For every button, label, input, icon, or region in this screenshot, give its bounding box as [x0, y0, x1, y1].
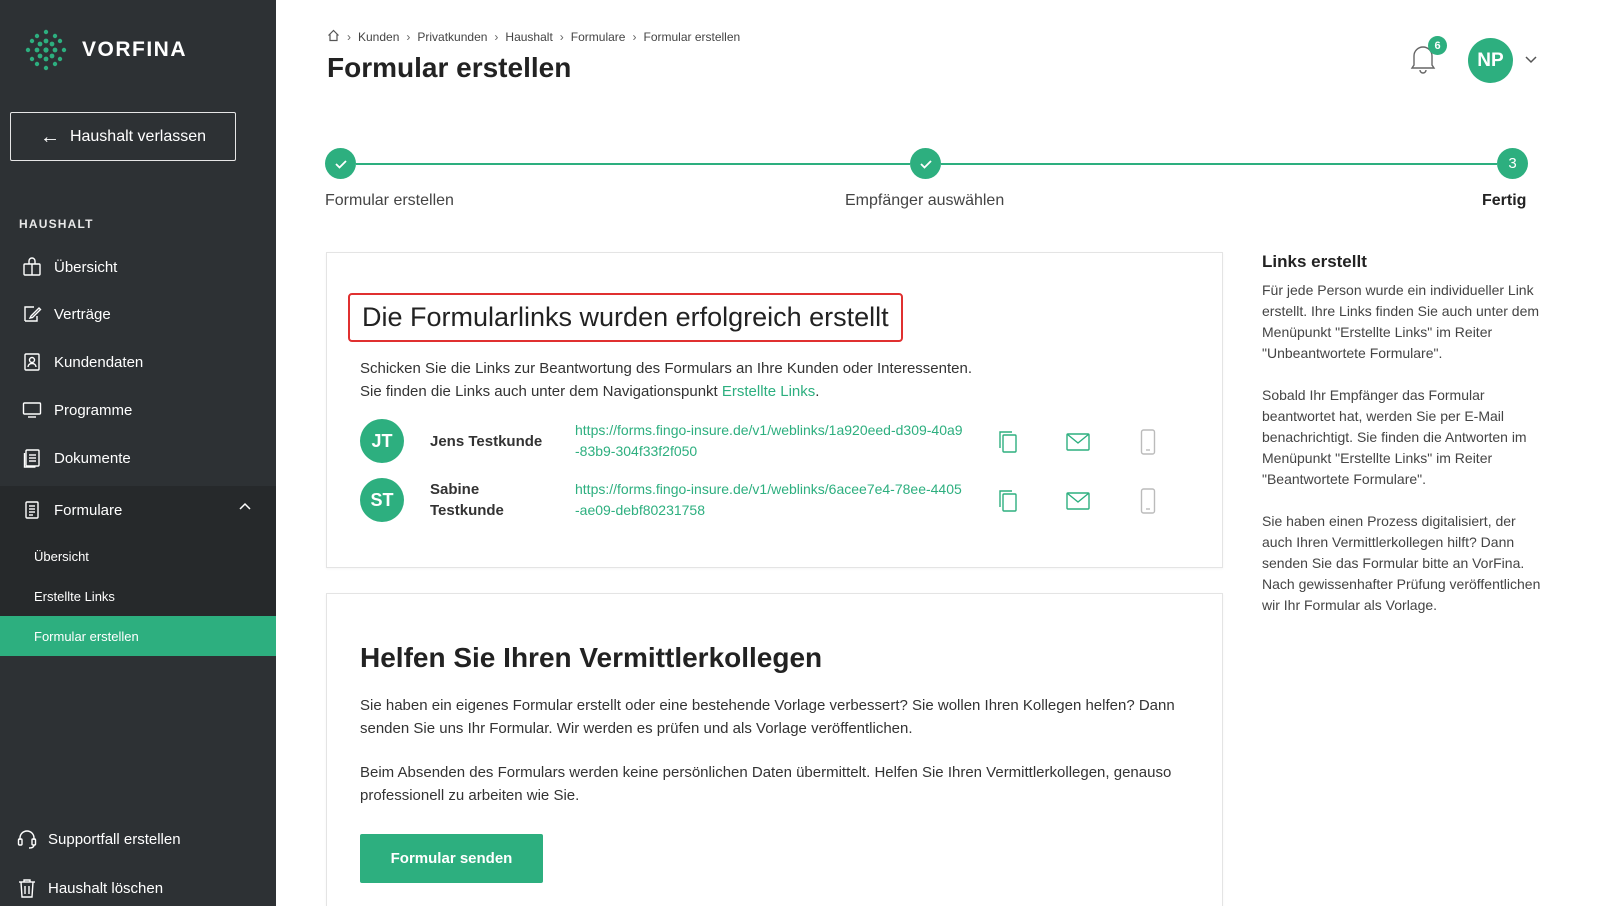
sidebar-item-label: Übersicht — [54, 258, 118, 276]
delete-household-button[interactable]: Haushalt löschen — [0, 865, 276, 906]
sidebar-item-documents[interactable]: Dokumente — [0, 434, 276, 482]
breadcrumb-separator: › — [494, 30, 499, 44]
recipient-name-line-1: Jens Testkunde — [430, 433, 543, 450]
recipient-avatar: JT — [360, 419, 404, 463]
help-colleagues-card: Helfen Sie Ihren Vermittlerkollegen Sie … — [326, 593, 1223, 906]
sidebar-item-label: Programme — [54, 401, 133, 419]
sidebar-item-label: Kundendaten — [54, 353, 144, 371]
breadcrumb-item-private-customers[interactable]: Privatkunden — [417, 30, 487, 44]
support-case-label: Supportfall erstellen — [48, 830, 181, 848]
breadcrumb-separator: › — [559, 30, 564, 44]
sidebar-item-forms[interactable]: Formulare — [0, 486, 276, 534]
email-icon[interactable] — [1065, 429, 1091, 455]
breadcrumb-separator: › — [406, 30, 411, 44]
vorfina-logo-icon — [25, 29, 67, 71]
recipient-name: Sabine Testkunde — [430, 479, 504, 521]
documents-icon — [22, 448, 42, 468]
logo[interactable]: VORFINA — [24, 28, 187, 72]
recipient-link[interactable]: https://forms.fingo-insure.de/v1/weblink… — [575, 479, 965, 521]
breadcrumb-separator: › — [347, 30, 351, 44]
leave-household-button[interactable]: ← Haushalt verlassen — [10, 112, 236, 161]
chevron-up-icon — [238, 500, 252, 518]
headset-icon — [16, 828, 38, 850]
info-title: Links erstellt — [1262, 252, 1367, 271]
recipient-link[interactable]: https://forms.fingo-insure.de/v1/weblink… — [575, 420, 965, 462]
created-links-link[interactable]: Erstellte Links — [722, 383, 815, 400]
arrow-left-icon: ← — [39, 125, 60, 148]
sidebar-item-contracts[interactable]: Verträge — [0, 290, 276, 338]
copy-icon[interactable] — [995, 488, 1021, 514]
forms-icon — [22, 500, 42, 520]
sidebar-subitem-overview[interactable]: Übersicht — [0, 536, 276, 576]
sidebar-item-label: Formulare — [54, 501, 123, 519]
recipient-avatar: ST — [360, 478, 404, 522]
mobile-icon[interactable] — [1135, 488, 1161, 514]
sidebar-subitem-create-form[interactable]: Formular erstellen — [0, 616, 276, 656]
step-1-label: Formular erstellen — [325, 192, 454, 209]
leave-household-label: Haushalt verlassen — [69, 127, 207, 145]
stepper-line — [941, 163, 1497, 165]
trash-icon — [16, 877, 38, 899]
help-paragraph-1: Sie haben ein eigenes Formular erstellt … — [360, 697, 1175, 737]
sidebar-item-customer-data[interactable]: Kundendaten — [0, 338, 276, 386]
recipient-row: JT Jens Testkunde https://forms.fingo-in… — [360, 417, 1200, 467]
user-avatar[interactable]: NP — [1468, 38, 1513, 83]
page-title: Formular erstellen — [327, 52, 572, 83]
monitor-icon — [22, 400, 42, 420]
sidebar-item-overview[interactable]: Übersicht — [0, 243, 276, 291]
copy-icon[interactable] — [995, 429, 1021, 455]
sidebar: VORFINA ← Haushalt verlassen HAUSHALT Üb… — [0, 0, 276, 906]
sidebar-section-label: HAUSHALT — [19, 217, 94, 231]
overview-icon — [22, 257, 42, 277]
info-paragraph-1: Für jede Person wurde ein individueller … — [1262, 282, 1540, 361]
sidebar-item-label: Verträge — [54, 305, 111, 323]
email-icon[interactable] — [1065, 488, 1091, 514]
breadcrumb-separator: › — [632, 30, 637, 44]
success-title: Die Formularlinks wurden erfolgreich ers… — [348, 293, 903, 342]
step-1-check-icon — [325, 148, 356, 179]
notification-badge: 6 — [1428, 36, 1447, 55]
create-support-case-button[interactable]: Supportfall erstellen — [0, 816, 276, 862]
sidebar-item-programs[interactable]: Programme — [0, 386, 276, 434]
success-card: Die Formularlinks wurden erfolgreich ers… — [326, 252, 1223, 568]
breadcrumb-item-forms[interactable]: Formulare — [571, 30, 626, 44]
step-2-check-icon — [910, 148, 941, 179]
recipient-name-line-1: Sabine — [430, 481, 480, 498]
step-2-label: Empfänger auswählen — [845, 192, 1005, 209]
success-intro: Schicken Sie die Links zur Beantwortung … — [360, 357, 972, 403]
sidebar-subitem-created-links[interactable]: Erstellte Links — [0, 576, 276, 616]
intro-line-2: Sie finden die Links auch unter dem Navi… — [360, 380, 972, 403]
recipient-row: ST Sabine Testkunde https://forms.fingo-… — [360, 476, 1200, 526]
stepper-line — [356, 163, 910, 165]
home-icon[interactable] — [327, 29, 340, 45]
delete-household-label: Haushalt löschen — [48, 879, 164, 897]
logo-text: VORFINA — [82, 38, 187, 61]
info-paragraph-2: Sobald Ihr Empfänger das Formular beantw… — [1262, 387, 1527, 487]
intro-line-1: Schicken Sie die Links zur Beantwortung … — [360, 360, 973, 377]
breadcrumb-item-household[interactable]: Haushalt — [505, 30, 552, 44]
info-paragraph-3: Sie haben einen Prozess digitalisiert, d… — [1262, 513, 1541, 613]
intro-line-2-prefix: Sie finden die Links auch unter dem Navi… — [360, 383, 722, 400]
breadcrumb-item-create-form: Formular erstellen — [643, 30, 741, 44]
breadcrumb: › Kunden › Privatkunden › Haushalt › For… — [327, 29, 740, 45]
contracts-icon — [22, 304, 42, 324]
recipient-name-line-2: Testkunde — [430, 502, 504, 519]
breadcrumb-item-customers[interactable]: Kunden — [358, 30, 399, 44]
mobile-icon[interactable] — [1135, 429, 1161, 455]
step-3-number: 3 — [1497, 148, 1528, 179]
customer-data-icon — [22, 352, 42, 372]
help-title: Helfen Sie Ihren Vermittlerkollegen — [360, 642, 823, 673]
info-panel: Links erstellt Für jede Person wurde ein… — [1262, 252, 1542, 637]
recipient-name: Jens Testkunde — [430, 431, 542, 452]
sidebar-item-label: Dokumente — [54, 449, 131, 467]
step-3-label: Fertig — [1482, 192, 1527, 209]
intro-line-2-suffix: . — [815, 383, 820, 400]
send-form-button[interactable]: Formular senden — [360, 834, 543, 883]
chevron-down-icon[interactable] — [1524, 52, 1538, 71]
help-paragraph-2: Beim Absenden des Formulars werden keine… — [360, 764, 1172, 804]
